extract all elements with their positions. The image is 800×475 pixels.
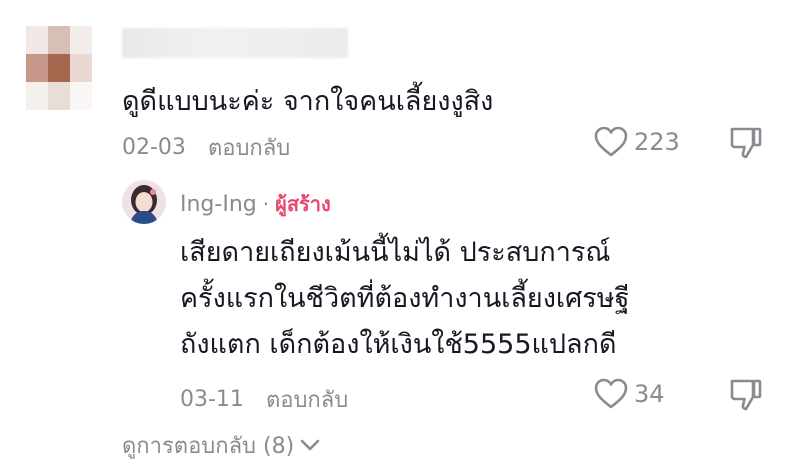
comment-like-button[interactable]: 223: [594, 126, 680, 158]
comment-like-count: 223: [634, 128, 680, 156]
view-replies-button[interactable]: ดูการตอบกลับ (8): [122, 428, 320, 463]
reply-meta: 03-11 ตอบกลับ: [180, 382, 348, 417]
chevron-down-icon: [294, 433, 320, 458]
comment-date: 02-03: [122, 135, 186, 160]
thumbs-down-outline-icon: [728, 127, 764, 164]
commenter-username-blurred[interactable]: [122, 28, 348, 58]
reply-text: เสียดายเถียงเม้นนี้ไม่ได้ ประสบการณ์ ครั…: [180, 230, 630, 368]
reply-text-line: เสียดายเถียงเม้นนี้ไม่ได้ ประสบการณ์: [180, 237, 611, 268]
reply-dislike-button[interactable]: [728, 378, 764, 416]
reply-text-line: ถังแตก เด็กต้องให้เงินใช้5555แปลกดี: [180, 329, 617, 360]
reply-text-line: ครั้งแรกในชีวิตที่ต้องทำงานเลี้ยงเศรษฐี: [180, 283, 630, 314]
reply-header: Ing-Ing · ผู้สร้าง: [180, 188, 331, 220]
creator-badge: ผู้สร้าง: [275, 192, 331, 216]
creator-avatar[interactable]: [122, 180, 166, 224]
heart-outline-icon: [594, 126, 628, 158]
commenter-avatar[interactable]: [26, 26, 92, 110]
reply-like-count: 34: [634, 380, 665, 408]
comment-text: ดูดีแบบนะค่ะ จากใจคนเลี้ยงงูสิง: [122, 86, 494, 117]
creator-username[interactable]: Ing-Ing: [180, 192, 257, 217]
reply-date: 03-11: [180, 387, 244, 412]
thumbs-down-outline-icon: [728, 379, 764, 416]
comment-reply-button[interactable]: ตอบกลับ: [208, 130, 290, 165]
comment-meta: 02-03 ตอบกลับ: [122, 130, 290, 165]
separator-dot: ·: [262, 192, 270, 216]
comment-dislike-button[interactable]: [728, 126, 764, 164]
view-replies-label: ดูการตอบกลับ (8): [122, 434, 295, 459]
reply-reply-button[interactable]: ตอบกลับ: [266, 382, 348, 417]
heart-outline-icon: [594, 378, 628, 410]
reply-like-button[interactable]: 34: [594, 378, 665, 410]
